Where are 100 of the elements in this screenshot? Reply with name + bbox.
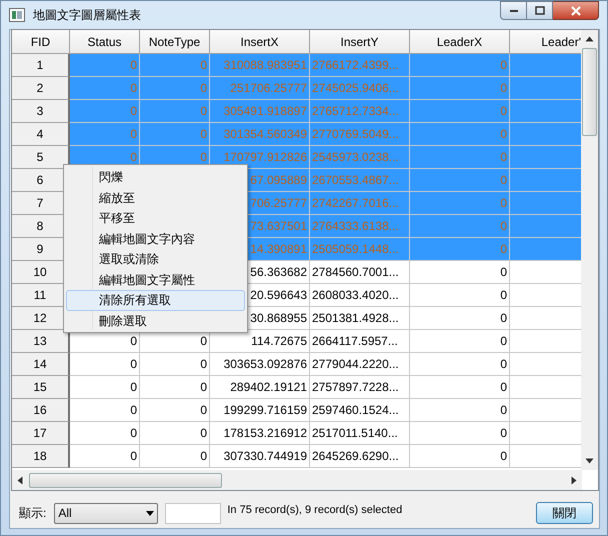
table-cell: 301354.560349 [210,123,310,146]
window-title: 地圖文字圖層屬性表 [33,7,141,24]
table-cell [510,238,582,261]
table-cell: 0 [140,123,210,146]
row-header[interactable]: 2 [12,77,70,100]
row-header[interactable]: 14 [12,353,70,376]
table-cell [510,123,582,146]
scroll-down-icon[interactable] [585,458,594,464]
table-cell: 0 [140,100,210,123]
row-header[interactable]: 5 [12,146,70,169]
row-header[interactable]: 15 [12,376,70,399]
table-cell: 0 [410,146,510,169]
table-cell: 289402.19121 [210,376,310,399]
table-cell: 199299.716159 [210,399,310,422]
table-cell: 2765712.7334... [310,100,410,123]
row-header[interactable]: 18 [12,445,70,468]
table-cell: 0 [410,100,510,123]
table-cell: 2770769.5049... [310,123,410,146]
table-cell: 2784560.7001... [310,261,410,284]
row-header[interactable]: 4 [12,123,70,146]
table-cell: 0 [410,422,510,445]
row-header[interactable]: 3 [12,100,70,123]
table-cell: 305491.918897 [210,100,310,123]
close-button[interactable]: 關閉 [536,502,593,524]
table-cell: 2757897.7228... [310,376,410,399]
table-cell: 0 [410,238,510,261]
table-cell [510,77,582,100]
table-cell: 0 [70,399,140,422]
column-header[interactable]: InsertY [310,30,410,54]
table-cell: 0 [410,261,510,284]
table-cell: 0 [410,192,510,215]
table-cell: 2764333.6138... [310,215,410,238]
row-header[interactable]: 17 [12,422,70,445]
table-cell: 0 [140,353,210,376]
column-header[interactable]: LeaderX [410,30,510,54]
table-cell: 114.72675 [210,330,310,353]
table-cell: 0 [410,77,510,100]
table-cell: 0 [410,123,510,146]
horizontal-scrollbar[interactable] [12,470,582,490]
maximize-button[interactable] [527,1,553,20]
table-cell: 2664117.5957... [310,330,410,353]
display-dropdown[interactable]: All [54,502,158,524]
table-cell: 178153.216912 [210,422,310,445]
scroll-up-icon[interactable] [585,36,594,42]
minimize-button[interactable] [500,1,527,20]
display-label: 顯示: [19,505,46,522]
table-cell: 2597460.1524... [310,399,410,422]
scroll-left-icon[interactable] [17,476,23,484]
table-cell: 2670553.4867... [310,169,410,192]
column-header[interactable]: Leader' [510,30,582,54]
table-cell: 170797.912826 [210,146,310,169]
column-header[interactable]: InsertX [210,30,310,54]
table-cell: 0 [410,307,510,330]
table-cell: 2645269.6290... [310,445,410,468]
table-cell: 0 [70,445,140,468]
close-button[interactable] [553,1,599,20]
vertical-scrollbar[interactable] [581,30,598,470]
scrollbar-thumb[interactable] [582,48,597,136]
table-cell: 303653.092876 [210,353,310,376]
row-header[interactable]: 1 [12,54,70,77]
table-cell: 0 [410,376,510,399]
scroll-right-icon[interactable] [571,476,577,484]
table-cell: 0 [410,284,510,307]
table-cell: 0 [410,445,510,468]
table-cell [510,54,582,77]
table-cell: 0 [70,77,140,100]
table-cell [510,146,582,169]
column-header[interactable]: NoteType [140,30,210,54]
table-cell: 2745025.9406... [310,77,410,100]
table-cell: 2545973.0238... [310,146,410,169]
table-cell [510,169,582,192]
column-header[interactable]: FID [12,30,70,54]
row-header[interactable]: 16 [12,399,70,422]
table-cell: 0 [70,100,140,123]
menu-item[interactable]: 清除所有選取 [66,290,245,310]
table-cell: 0 [410,399,510,422]
close-icon [570,6,582,16]
table-cell: 2517011.5140... [310,422,410,445]
table-cell: 2779044.2220... [310,353,410,376]
table-cell: 0 [70,376,140,399]
table-cell: 2505059.1448... [310,238,410,261]
table-cell: 307330.744919 [210,445,310,468]
table-cell [510,100,582,123]
scrollbar-thumb[interactable] [29,472,222,488]
table-cell: 0 [140,77,210,100]
filter-field[interactable] [165,502,222,524]
table-cell: 0 [140,399,210,422]
dropdown-arrow-icon[interactable] [146,510,154,516]
table-cell: 0 [140,376,210,399]
table-cell: 0 [410,169,510,192]
table-cell: 0 [410,353,510,376]
row-header[interactable]: 13 [12,330,70,353]
column-header[interactable]: Status [70,30,140,54]
table-cell: 2766172.4399... [310,54,410,77]
maximize-icon [534,6,544,15]
table-cell: 0 [70,54,140,77]
table-cell: 0 [410,215,510,238]
window-icon [9,8,25,22]
table-cell: 2742267.7016... [310,192,410,215]
table-cell: 0 [140,54,210,77]
